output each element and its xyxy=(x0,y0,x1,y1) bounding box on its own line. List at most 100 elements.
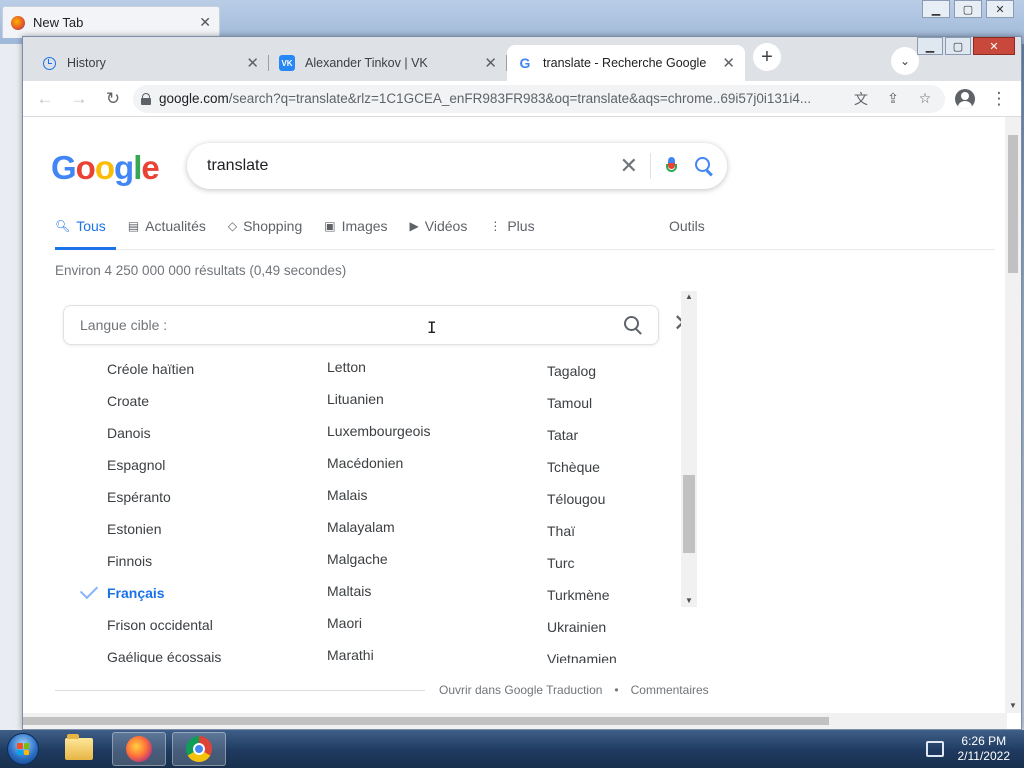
close-icon[interactable]: ✕ xyxy=(199,14,211,31)
taskbar-explorer[interactable] xyxy=(52,732,106,766)
scrollbar-thumb[interactable] xyxy=(683,475,695,553)
network-icon[interactable] xyxy=(925,741,944,757)
language-option[interactable]: Macédonien xyxy=(327,447,537,479)
language-option[interactable]: Tchèque xyxy=(547,451,695,483)
minimize-icon[interactable]: ▁ xyxy=(917,37,943,55)
language-option[interactable]: Tatar xyxy=(547,419,695,451)
translate-icon[interactable]: 文 xyxy=(849,89,873,109)
language-option[interactable]: Télougou xyxy=(547,483,695,515)
news-icon: ▤ xyxy=(127,218,140,233)
back-button[interactable]: ← xyxy=(31,85,59,113)
profile-icon xyxy=(955,88,975,109)
language-option[interactable]: Marathi xyxy=(327,639,537,663)
clear-search-icon[interactable]: ✕ xyxy=(608,153,651,179)
clock[interactable]: 6:26 PM 2/11/2022 xyxy=(958,734,1011,764)
tab-history[interactable]: History ✕ xyxy=(31,45,269,81)
language-option[interactable]: Lituanien xyxy=(327,383,537,415)
start-button[interactable] xyxy=(0,730,46,768)
search-icon[interactable] xyxy=(695,157,713,175)
tools-button[interactable]: Outils xyxy=(669,213,705,250)
open-in-google-translate-link[interactable]: Ouvrir dans Google Traduction xyxy=(439,683,602,697)
reload-button[interactable]: ↻ xyxy=(99,85,127,113)
profile-button[interactable] xyxy=(951,85,979,113)
lock-icon[interactable] xyxy=(141,92,151,105)
language-option[interactable]: Turkmène xyxy=(547,579,695,611)
language-option[interactable]: Maori xyxy=(327,607,537,639)
search-box[interactable]: translate ✕ xyxy=(187,143,727,189)
result-stats: Environ 4 250 000 000 résultats (0,49 se… xyxy=(55,263,347,278)
image-icon: ▣ xyxy=(324,218,336,233)
feedback-link[interactable]: Commentaires xyxy=(631,683,709,697)
close-icon[interactable]: ✕ xyxy=(246,54,259,72)
language-option[interactable]: Malais xyxy=(327,479,537,511)
language-option[interactable]: Tamoul xyxy=(547,387,695,419)
search-input[interactable]: translate xyxy=(207,157,608,175)
language-option[interactable]: Danois xyxy=(107,417,317,449)
background-tab-title: New Tab xyxy=(33,15,84,30)
language-option[interactable]: Finnois xyxy=(107,545,317,577)
tab-actualites[interactable]: ▤ Actualités xyxy=(128,213,216,250)
maximize-icon[interactable]: ▢ xyxy=(954,0,982,18)
address-bar[interactable]: google.com/search?q=translate&rlz=1C1GCE… xyxy=(133,84,945,113)
language-option[interactable]: Espéranto xyxy=(107,481,317,513)
language-option-selected[interactable]: Français xyxy=(79,577,317,609)
language-option[interactable]: Turc xyxy=(547,547,695,579)
microphone-icon[interactable] xyxy=(665,157,677,175)
tab-images[interactable]: ▣ Images xyxy=(324,213,397,250)
language-option[interactable]: Espagnol xyxy=(107,449,317,481)
target-language-picker: Langue cible : I ✕ Créole haïtien Croate… xyxy=(55,299,715,709)
language-option[interactable]: Letton xyxy=(327,353,537,383)
language-option[interactable]: Luxembourgeois xyxy=(327,415,537,447)
tab-tous[interactable]: 🔍︎ Tous xyxy=(55,213,116,250)
language-list-scrollbar[interactable]: ▲ ▼ xyxy=(681,291,697,607)
language-option[interactable]: Gaélique écossais xyxy=(107,641,317,663)
horizontal-scrollbar[interactable] xyxy=(23,713,1007,729)
tab-plus[interactable]: ⋮ Plus xyxy=(489,213,544,250)
language-option[interactable]: Tagalog xyxy=(547,355,695,387)
tab-vk[interactable]: VK Alexander Tinkov | VK ✕ xyxy=(269,45,507,81)
language-option[interactable]: Malgache xyxy=(327,543,537,575)
language-option[interactable]: Frison occidental xyxy=(107,609,317,641)
browser-toolbar: ← → ↻ google.com/search?q=translate&rlz=… xyxy=(23,81,1021,117)
search-icon: 🔍︎ xyxy=(55,218,71,233)
search-icon[interactable] xyxy=(624,316,642,334)
close-icon[interactable]: ✕ xyxy=(973,37,1015,55)
target-language-placeholder: Langue cible : xyxy=(80,317,168,333)
language-option[interactable]: Maltais xyxy=(327,575,537,607)
google-logo[interactable]: Google xyxy=(51,149,160,187)
language-option[interactable]: Estonien xyxy=(107,513,317,545)
url-text[interactable]: google.com/search?q=translate&rlz=1C1GCE… xyxy=(159,91,841,106)
tab-google-search[interactable]: G translate - Recherche Google ✕ xyxy=(507,45,745,81)
scrollbar-thumb[interactable] xyxy=(1008,135,1018,273)
taskbar-firefox[interactable] xyxy=(112,732,166,766)
language-option[interactable]: Ukrainien xyxy=(547,611,695,643)
page-scrollbar[interactable]: ▼ xyxy=(1005,117,1021,713)
tab-strip: History ✕ VK Alexander Tinkov | VK ✕ G t… xyxy=(23,37,1021,81)
bookmark-star-icon[interactable]: ☆ xyxy=(913,90,937,107)
folder-icon xyxy=(65,734,93,760)
new-tab-button[interactable]: + xyxy=(753,43,781,71)
chrome-menu-button[interactable]: ⋮ xyxy=(985,85,1013,113)
language-option[interactable]: Thaï xyxy=(547,515,695,547)
language-option[interactable]: Malayalam xyxy=(327,511,537,543)
close-icon[interactable]: ✕ xyxy=(484,54,497,72)
share-icon[interactable]: ⇪ xyxy=(881,90,905,107)
maximize-icon[interactable]: ▢ xyxy=(945,37,971,55)
close-icon[interactable]: ✕ xyxy=(986,0,1014,18)
scrollbar-thumb[interactable] xyxy=(23,717,829,725)
language-option[interactable]: Croate xyxy=(107,385,317,417)
background-tab[interactable]: New Tab ✕ xyxy=(2,6,220,38)
scroll-up-icon[interactable]: ▲ xyxy=(681,291,697,303)
language-option[interactable]: Créole haïtien xyxy=(107,353,317,385)
target-language-input[interactable]: Langue cible : xyxy=(63,305,659,345)
scroll-down-icon[interactable]: ▼ xyxy=(681,595,697,607)
scroll-down-icon[interactable]: ▼ xyxy=(1005,699,1021,713)
minimize-icon[interactable]: ▁ xyxy=(922,0,950,18)
language-option[interactable]: Vietnamien xyxy=(547,643,695,663)
tab-shopping[interactable]: ◇ Shopping xyxy=(228,213,312,250)
taskbar-chrome[interactable] xyxy=(172,732,226,766)
divider xyxy=(55,689,425,691)
tab-videos[interactable]: ▶ Vidéos xyxy=(410,213,478,250)
forward-button[interactable]: → xyxy=(65,85,93,113)
close-icon[interactable]: ✕ xyxy=(722,54,735,72)
